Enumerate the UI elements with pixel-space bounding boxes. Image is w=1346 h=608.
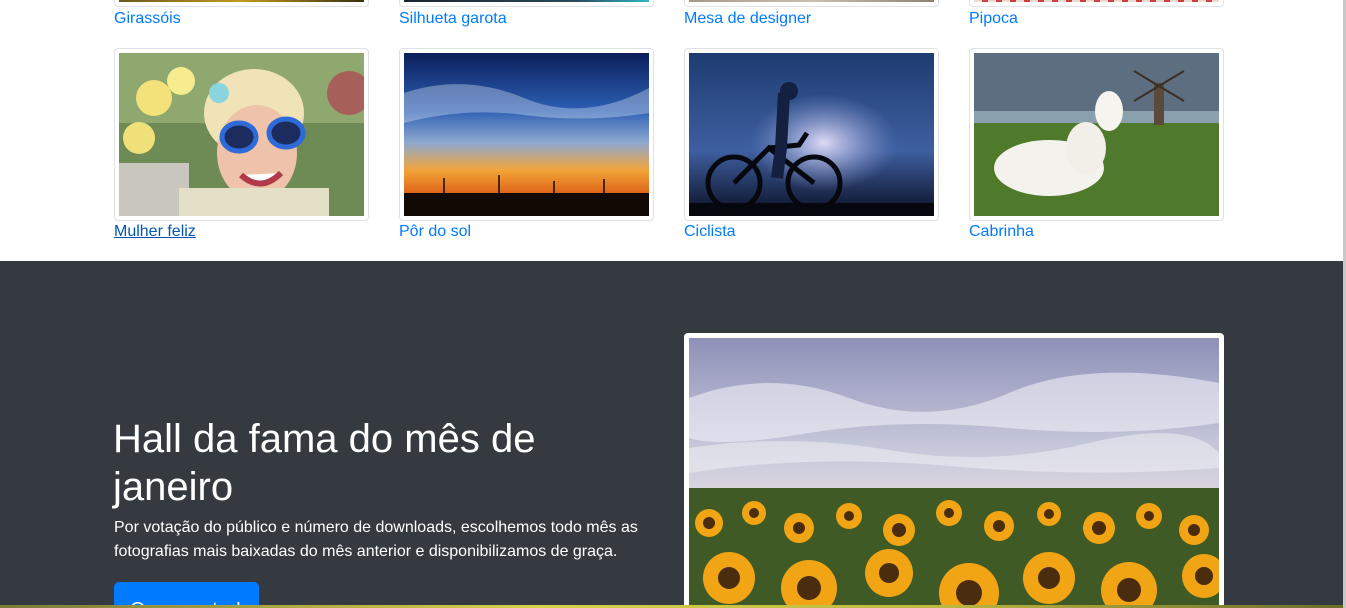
caption-girassois[interactable]: Girassóis (114, 10, 181, 28)
caption-por-do-sol[interactable]: Pôr do sol (399, 223, 471, 241)
caption-silhueta-garota[interactable]: Silhueta garota (399, 10, 507, 28)
thumbnail-mulher-feliz[interactable] (114, 48, 369, 221)
thumbnail-cabrinha[interactable] (969, 48, 1224, 221)
thumbnail-por-do-sol[interactable] (399, 48, 654, 221)
caption-cabrinha[interactable]: Cabrinha (969, 223, 1034, 241)
happy-woman-photo (119, 53, 364, 216)
caption-mulher-feliz[interactable]: Mulher feliz (114, 223, 196, 241)
thumbnail-silhueta-garota[interactable] (399, 0, 654, 7)
hall-of-fame-section: Hall da fama do mês de janeiro Por votaç… (0, 261, 1343, 608)
hall-description: Por votação do público e número de downl… (114, 519, 638, 560)
sunflower-field-photo (689, 338, 1219, 608)
featured-photo-frame[interactable] (684, 333, 1224, 608)
cyclist-photo (689, 53, 934, 216)
caption-mesa-designer[interactable]: Mesa de designer (684, 10, 811, 28)
caption-pipoca[interactable]: Pipoca (969, 10, 1018, 28)
photo-gallery: Girassóis Silhueta garota Mesa de design… (0, 0, 1343, 261)
thumbnail-ciclista[interactable] (684, 48, 939, 221)
hall-title: Hall da fama do mês de janeiro (113, 417, 536, 509)
sunset-photo (404, 53, 649, 216)
page: Girassóis Silhueta garota Mesa de design… (0, 0, 1343, 608)
thumbnail-girassois[interactable] (114, 0, 369, 7)
caption-ciclista[interactable]: Ciclista (684, 223, 736, 241)
thumbnail-pipoca[interactable] (969, 0, 1224, 7)
thumbnail-mesa-designer[interactable] (684, 0, 939, 7)
goat-photo (974, 53, 1219, 216)
